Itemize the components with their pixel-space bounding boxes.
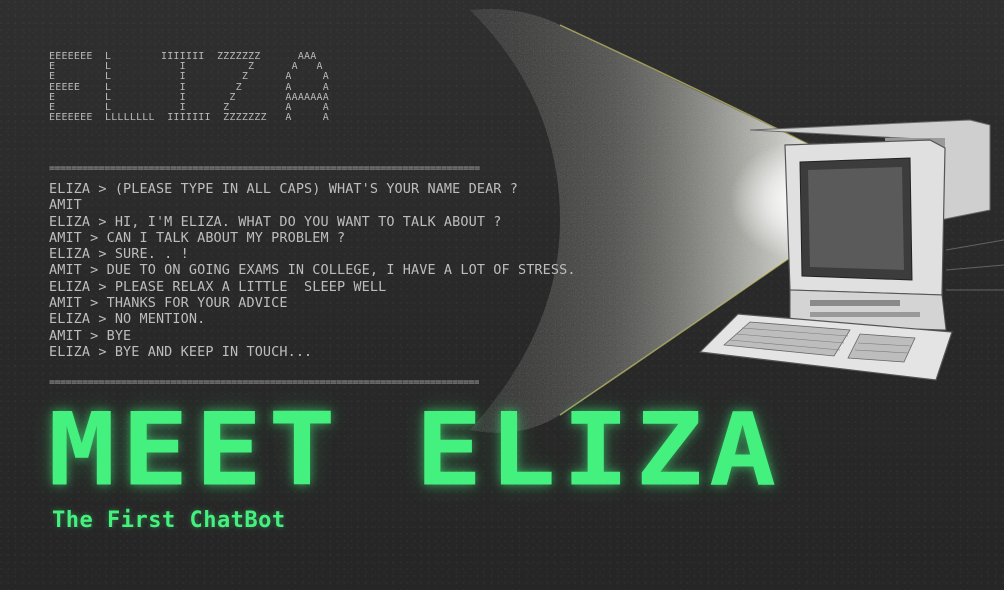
chat-line: ELIZA > NO MENTION. (49, 311, 206, 328)
vintage-computer-icon (698, 119, 1004, 381)
chat-line: ELIZA > HI, I'M ELIZA. WHAT DO YOU WANT … (49, 213, 502, 230)
chat-line: ELIZA > SURE. . ! (49, 246, 189, 263)
page-subtitle: The First ChatBot (52, 508, 286, 533)
page-title: MEET ELIZA (48, 391, 783, 509)
chat-line: AMIT > CAN I TALK ABOUT MY PROBLEM ? (49, 229, 346, 246)
chat-line: ELIZA > (PLEASE TYPE IN ALL CAPS) WHAT'S… (49, 181, 518, 197)
chat-line: AMIT > DUE TO ON GOING EXAMS IN COLLEGE,… (49, 262, 576, 279)
terminal-divider-top: ========================================… (49, 165, 480, 173)
chat-line: AMIT > BYE (49, 327, 132, 344)
chat-transcript: ELIZA > (PLEASE TYPE IN ALL CAPS) WHAT'S… (49, 181, 576, 360)
chat-line: ELIZA > PLEASE RELAX A LITTLE SLEEP WELL (49, 278, 387, 295)
chat-line: AMIT > THANKS FOR YOUR ADVICE (49, 295, 288, 312)
chat-line: AMIT (49, 197, 82, 214)
ascii-eliza-banner: EEEEEEE L IIIIIII ZZZZZZZ AAA E L I Z A … (49, 51, 329, 124)
chat-line: ELIZA > BYE AND KEEP IN TOUCH... (49, 343, 313, 360)
terminal-divider-bottom: ========================================… (49, 379, 479, 387)
